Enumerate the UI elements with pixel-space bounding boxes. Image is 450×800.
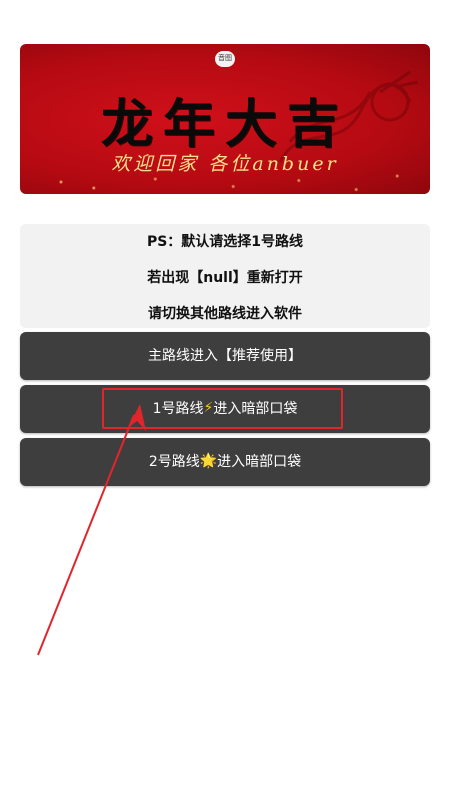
route-2-label: 2号路线 bbox=[148, 454, 200, 470]
glowing-star-icon: 🌟 bbox=[199, 452, 218, 469]
banner-sparkles bbox=[20, 164, 430, 194]
banner-badge: 音图 bbox=[215, 51, 235, 67]
banner-title: 龙年大吉 bbox=[100, 94, 350, 155]
notice-line-default-route: PS：默认请选择1号路线 bbox=[146, 234, 304, 250]
notice-line-null-hint: 若出现【null】重新打开 bbox=[147, 270, 303, 286]
route-1-button[interactable]: 1号路线⚡进入暗部口袋 bbox=[20, 385, 430, 433]
route-2-button[interactable]: 2号路线🌟进入暗部口袋 bbox=[20, 438, 430, 486]
route-2-suffix: 进入暗部口袋 bbox=[217, 454, 302, 470]
banner-image: 音图 龙年大吉 欢迎回家 各位anbuer bbox=[20, 44, 430, 194]
app-screen: 音图 龙年大吉 欢迎回家 各位anbuer PS：默认请选择1号路线 若出现【n… bbox=[0, 0, 450, 800]
notice-panel: PS：默认请选择1号路线 若出现【null】重新打开 请切换其他路线进入软件 bbox=[20, 224, 430, 328]
lightning-bolt-icon: ⚡ bbox=[203, 399, 214, 416]
route-1-label: 1号路线 bbox=[152, 401, 204, 417]
notice-line-switch-route: 请切换其他路线进入软件 bbox=[148, 306, 302, 322]
main-route-button[interactable]: 主路线进入【推荐使用】 bbox=[20, 332, 430, 380]
route-1-suffix: 进入暗部口袋 bbox=[213, 401, 298, 417]
